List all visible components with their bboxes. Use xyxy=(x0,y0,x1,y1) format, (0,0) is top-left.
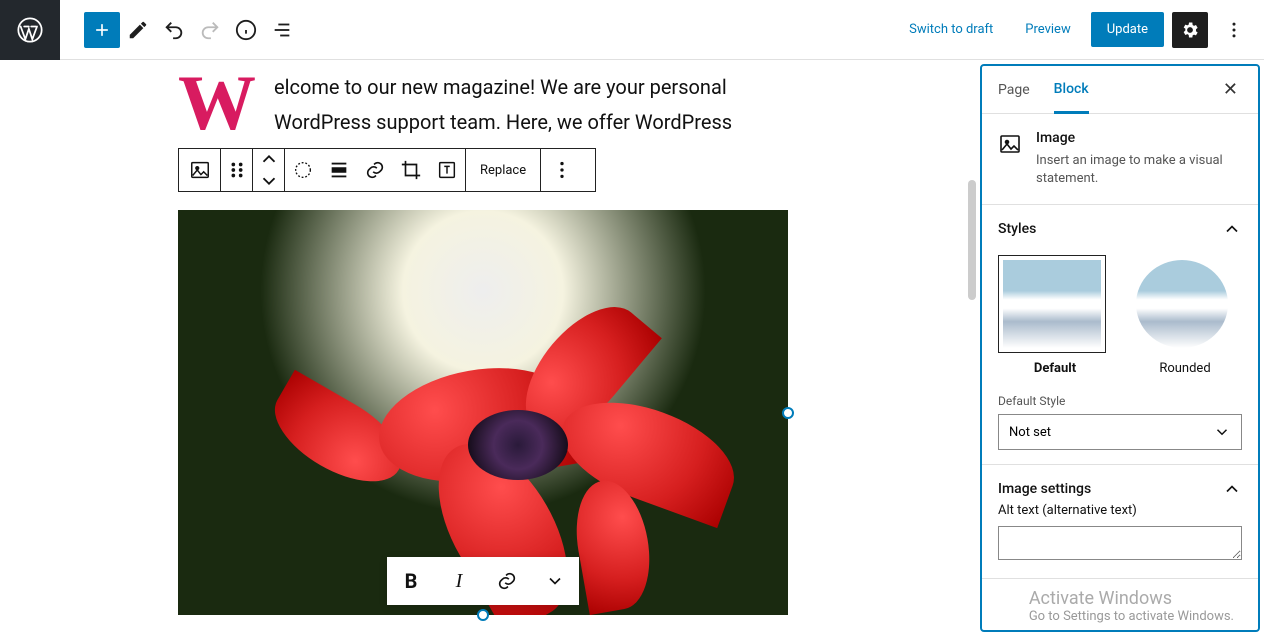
image-settings-heading: Image settings xyxy=(998,481,1091,497)
chevron-down-icon xyxy=(1213,423,1231,441)
style-rounded-label: Rounded xyxy=(1128,361,1242,376)
edit-mode-button[interactable] xyxy=(120,12,156,48)
block-description: Insert an image to make a visual stateme… xyxy=(1036,152,1242,188)
resize-handle-right[interactable] xyxy=(782,407,794,419)
add-block-button[interactable] xyxy=(84,12,120,48)
block-type-image-icon[interactable] xyxy=(179,149,221,191)
image-settings-panel: Image settings Alt text (alternative tex… xyxy=(982,465,1258,579)
styles-panel: Styles Default Rounded Default Style Not… xyxy=(982,205,1258,465)
drag-handle-icon[interactable] xyxy=(221,149,253,191)
link-button[interactable] xyxy=(357,159,393,181)
image-content xyxy=(178,210,788,615)
outline-button[interactable] xyxy=(264,12,300,48)
block-toolbar: Replace xyxy=(178,148,596,192)
align-button[interactable] xyxy=(285,159,321,181)
block-more-button[interactable] xyxy=(541,149,583,191)
styles-heading: Styles xyxy=(998,221,1036,237)
tab-block[interactable]: Block xyxy=(1054,67,1089,114)
chevron-up-icon xyxy=(1222,479,1242,499)
chevron-up-icon xyxy=(1222,219,1242,239)
bold-button[interactable]: B xyxy=(387,557,435,605)
settings-button[interactable] xyxy=(1172,12,1208,48)
style-rounded[interactable]: Rounded xyxy=(1128,255,1242,376)
wide-align-button[interactable] xyxy=(321,159,357,181)
default-style-select[interactable]: Not set xyxy=(998,414,1242,450)
crop-button[interactable] xyxy=(393,159,429,181)
replace-button[interactable]: Replace xyxy=(466,149,541,191)
sidebar-tabs: Page Block ✕ xyxy=(982,66,1258,114)
scrollbar[interactable] xyxy=(968,180,976,300)
move-arrows[interactable] xyxy=(253,149,285,191)
block-info-panel: Image Insert an image to make a visual s… xyxy=(982,114,1258,205)
style-default[interactable]: Default xyxy=(998,255,1112,376)
default-style-value: Not set xyxy=(1009,425,1051,440)
image-block[interactable]: B I xyxy=(178,210,788,615)
switch-to-draft-button[interactable]: Switch to draft xyxy=(897,14,1005,45)
alt-text-input[interactable] xyxy=(998,526,1242,560)
drop-cap: W xyxy=(178,70,256,136)
wordpress-logo[interactable] xyxy=(0,0,60,60)
redo-button[interactable] xyxy=(192,12,228,48)
image-settings-toggle[interactable]: Image settings xyxy=(998,479,1242,499)
text-overlay-button[interactable] xyxy=(429,159,465,181)
caption-more-button[interactable] xyxy=(531,557,579,605)
editor-canvas[interactable]: Welcome to our new magazine! We are your… xyxy=(0,60,980,632)
close-sidebar-button[interactable]: ✕ xyxy=(1219,75,1242,104)
more-options-button[interactable] xyxy=(1216,12,1252,48)
caption-toolbar: B I xyxy=(387,557,579,605)
resize-handle-bottom[interactable] xyxy=(477,609,489,621)
details-button[interactable] xyxy=(228,12,264,48)
settings-sidebar: Page Block ✕ Image Insert an image to ma… xyxy=(980,64,1260,632)
top-toolbar: Switch to draft Preview Update xyxy=(0,0,1264,60)
undo-button[interactable] xyxy=(156,12,192,48)
intro-text: elcome to our new magazine! We are your … xyxy=(274,75,732,134)
default-style-label: Default Style xyxy=(998,394,1242,408)
tab-page[interactable]: Page xyxy=(998,68,1030,112)
alt-text-label: Alt text (alternative text) xyxy=(998,503,1242,518)
italic-button[interactable]: I xyxy=(435,557,483,605)
image-icon xyxy=(998,132,1022,156)
update-button[interactable]: Update xyxy=(1091,12,1164,47)
intro-paragraph[interactable]: Welcome to our new magazine! We are your… xyxy=(178,70,788,140)
styles-panel-toggle[interactable]: Styles xyxy=(998,219,1242,239)
caption-link-button[interactable] xyxy=(483,557,531,605)
block-title: Image xyxy=(1036,130,1242,146)
style-default-label: Default xyxy=(998,361,1112,376)
preview-button[interactable]: Preview xyxy=(1013,14,1082,45)
